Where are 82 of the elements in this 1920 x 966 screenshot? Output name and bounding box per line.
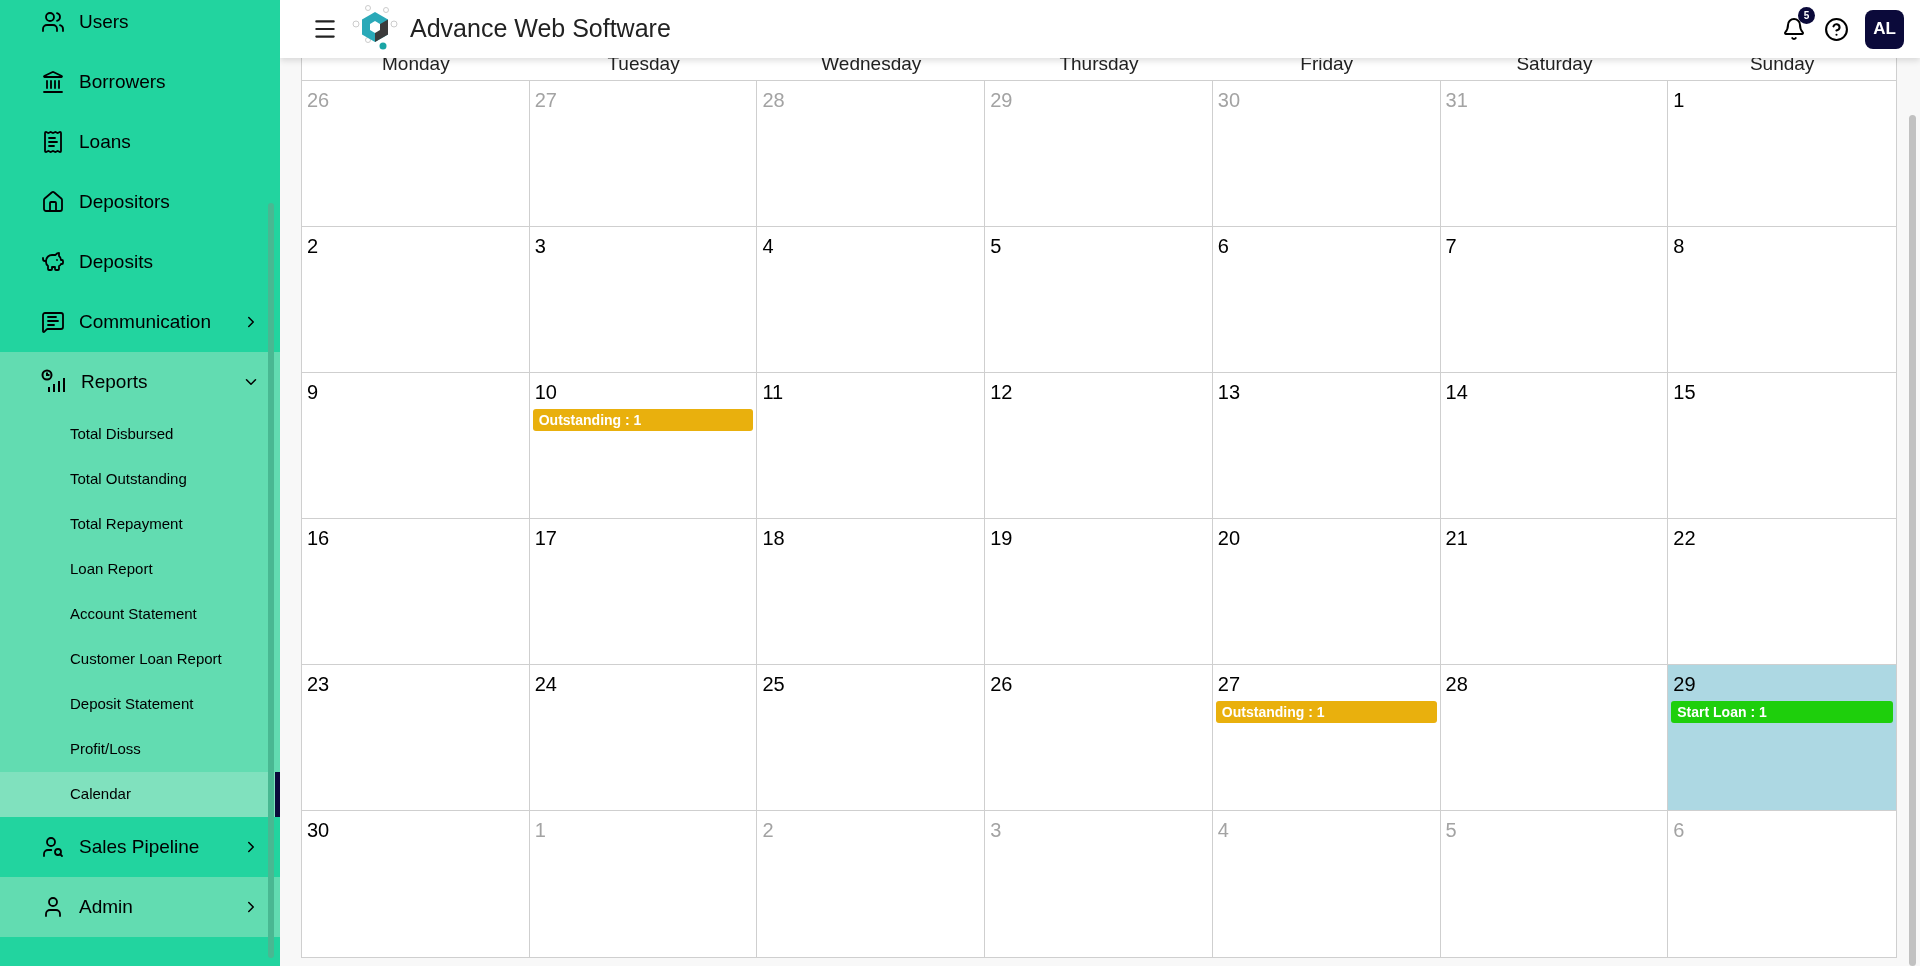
day-number: 1 <box>1672 88 1685 113</box>
weekday-header: Thursday <box>1059 52 1139 77</box>
day-number: 31 <box>1444 88 1468 113</box>
day-number: 28 <box>761 88 785 113</box>
day-number: 19 <box>989 526 1013 551</box>
day-number: 27 <box>533 88 557 113</box>
day-number: 2 <box>306 234 319 259</box>
day-number: 28 <box>1444 672 1468 697</box>
day-number: 16 <box>306 526 330 551</box>
day-number: 7 <box>1444 234 1457 259</box>
day-number: 24 <box>533 672 557 697</box>
day-number: 30 <box>306 818 330 843</box>
day-number: 12 <box>989 380 1013 405</box>
sidebar-item[interactable]: Borrowers <box>0 52 280 112</box>
message-icon <box>41 310 65 334</box>
avatar-button[interactable]: AL <box>1865 9 1904 49</box>
day-number: 8 <box>1672 234 1685 259</box>
sidebar-item[interactable]: Reports <box>0 352 280 412</box>
piggy-bank-icon <box>41 250 65 274</box>
weekday-header: Monday <box>382 52 450 77</box>
weekday-header: Wednesday <box>821 52 922 77</box>
sidebar-item[interactable]: Depositors <box>0 172 280 232</box>
day-number: 5 <box>989 234 1002 259</box>
day-number: 21 <box>1444 526 1468 551</box>
day-number: 6 <box>1216 234 1229 259</box>
sidebar-item[interactable]: Communication <box>0 292 280 352</box>
day-number: 13 <box>1216 380 1241 405</box>
receipt-icon <box>41 130 65 154</box>
day-number: 20 <box>1216 526 1241 551</box>
day-number: 18 <box>761 526 785 551</box>
day-number: 26 <box>989 672 1013 697</box>
sidebar-subitem[interactable]: Calendar <box>0 772 280 817</box>
calendar-day-cell[interactable]: 29 Start Loan : 1 <box>1668 665 1896 810</box>
day-number: 29 <box>1672 672 1696 697</box>
notification-count: 5 <box>1798 7 1815 24</box>
day-number: 2 <box>761 818 774 843</box>
house-icon <box>41 190 65 214</box>
sidebar-subitem[interactable]: Loan Report <box>0 547 280 592</box>
scrollbar-thumb[interactable] <box>268 203 274 958</box>
sidebar-item[interactable]: Admin <box>0 877 280 937</box>
day-number: 17 <box>533 526 557 551</box>
chart-icon <box>41 369 67 395</box>
sidebar-item[interactable]: Loans <box>0 112 280 172</box>
day-number: 30 <box>1216 88 1241 113</box>
day-number: 4 <box>1216 818 1229 843</box>
notification-bell-icon[interactable] <box>1782 17 1806 41</box>
day-number: 25 <box>761 672 785 697</box>
day-number: 10 <box>533 380 557 405</box>
day-number: 14 <box>1444 380 1468 405</box>
app-title: Advance Web Software <box>410 13 671 45</box>
weekday-header: Sunday <box>1749 52 1815 77</box>
day-number: 22 <box>1672 526 1696 551</box>
bank-icon <box>41 70 65 94</box>
day-number: 29 <box>989 88 1013 113</box>
sidebar-subitem[interactable]: Total Disbursed <box>0 412 280 457</box>
users-icon <box>41 10 65 34</box>
sidebar-item[interactable]: Deposits <box>0 232 280 292</box>
weekday-header: Saturday <box>1516 52 1593 77</box>
day-number: 4 <box>761 234 774 259</box>
sidebar-item[interactable]: Sales Pipeline <box>0 817 280 877</box>
day-number: 1 <box>533 818 546 843</box>
day-number: 26 <box>306 88 330 113</box>
sidebar-subitem[interactable]: Total Outstanding <box>0 457 280 502</box>
sidebar-subitem[interactable]: Total Repayment <box>0 502 280 547</box>
day-number: 11 <box>761 380 784 405</box>
help-icon[interactable] <box>1824 16 1849 42</box>
user-search-icon <box>41 835 65 859</box>
day-number: 5 <box>1444 818 1457 843</box>
day-number: 3 <box>533 234 546 259</box>
day-number: 9 <box>306 380 319 405</box>
scrollbar-thumb[interactable] <box>1909 115 1916 966</box>
day-number: 3 <box>989 818 1002 843</box>
day-number: 27 <box>1216 672 1241 697</box>
sidebar-subitem[interactable]: Profit/Loss <box>0 727 280 772</box>
day-number: 23 <box>306 672 330 697</box>
day-number: 6 <box>1672 818 1685 843</box>
weekday-header: Tuesday <box>607 52 680 77</box>
sidebar-subitem[interactable]: Deposit Statement <box>0 682 280 727</box>
day-number: 15 <box>1672 380 1696 405</box>
sidebar-subitem[interactable]: Customer Loan Report <box>0 637 280 682</box>
sidebar-item[interactable]: Users <box>0 0 280 52</box>
sidebar-subitem[interactable]: Account Statement <box>0 592 280 637</box>
